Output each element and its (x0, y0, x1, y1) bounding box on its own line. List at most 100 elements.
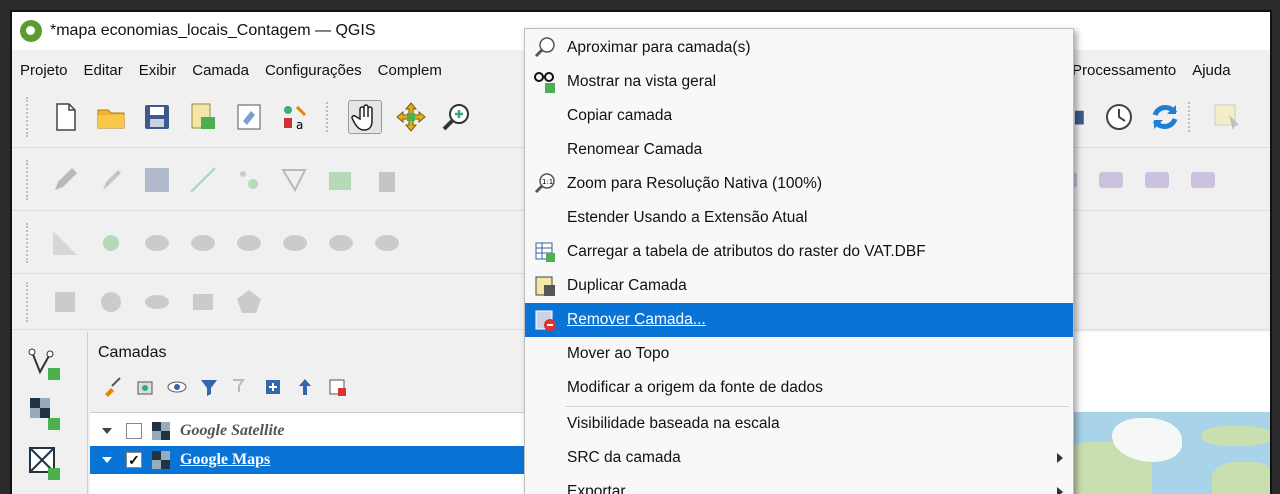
map-canvas[interactable] (1062, 412, 1270, 494)
menu-camada[interactable]: Camada (184, 62, 257, 79)
menu-item-load-vat-table[interactable]: Carregar a tabela de atributos do raster… (525, 235, 1073, 269)
pan-hand-icon[interactable] (348, 99, 382, 134)
layer-name: Google Maps (180, 451, 271, 468)
filter-legend-icon[interactable] (198, 376, 220, 398)
add-mesh-layer-icon[interactable] (26, 444, 64, 482)
menu-item-copy-layer[interactable]: Copiar camada (525, 99, 1073, 133)
layer-context-menu: Aproximar para camada(s) Mostrar na vist… (524, 28, 1074, 494)
menu-item-label: Mover ao Topo (567, 345, 670, 362)
toggle-editing-icon (94, 163, 128, 197)
menu-item-label: Aproximar para camada(s) (567, 39, 751, 56)
save-edits-icon (140, 163, 174, 197)
layer-row-google-satellite[interactable]: Google Satellite (90, 417, 530, 445)
menu-ajuda[interactable]: Ajuda (1184, 62, 1238, 79)
menu-exibir[interactable]: Exibir (131, 62, 185, 79)
menu-item-stretch-extent[interactable]: Estender Usando a Extensão Atual (525, 201, 1073, 235)
submenu-arrow-icon (1057, 453, 1063, 463)
rotate-feature-icon (140, 226, 174, 260)
remove-layer-small-icon[interactable] (326, 376, 348, 398)
toolbar-grip[interactable] (26, 281, 32, 322)
style-layer-icon[interactable] (102, 376, 124, 398)
layers-panel: Camadas Google Satellite ✓ Google Maps (90, 332, 530, 494)
menu-item-zoom-native[interactable]: 1:1 Zoom para Resolução Nativa (100%) (525, 167, 1073, 201)
menu-item-label: Carregar a tabela de atributos do raster… (567, 243, 926, 260)
menu-item-label: SRC da camada (567, 449, 681, 466)
label-show-icon (1094, 163, 1128, 197)
layer-visibility-checkbox[interactable]: ✓ (126, 452, 142, 468)
style-manager-icon[interactable]: a (278, 100, 312, 134)
add-part-icon (278, 226, 312, 260)
expand-arrow-icon[interactable] (102, 457, 112, 463)
select-features-icon[interactable] (1210, 100, 1244, 134)
pan-to-selection-icon[interactable] (394, 100, 428, 134)
menu-item-label: Mostrar na vista geral (567, 73, 717, 90)
menu-projeto[interactable]: Projeto (12, 62, 76, 79)
toolbar-grip[interactable] (26, 96, 32, 137)
menu-editar[interactable]: Editar (76, 62, 131, 79)
menu-item-rename-layer[interactable]: Renomear Camada (525, 133, 1073, 167)
qgis-window: *mapa economias_locais_Contagem — QGIS P… (10, 10, 1272, 494)
menu-item-label: Modificar a origem da fonte de dados (567, 379, 823, 396)
qgis-logo-icon (20, 20, 42, 42)
add-group-icon[interactable] (134, 376, 156, 398)
fill-ring-icon (324, 226, 358, 260)
add-raster-layer-icon[interactable] (26, 394, 64, 432)
menu-item-label: Estender Usando a Extensão Atual (567, 209, 808, 226)
overview-icon (533, 70, 557, 94)
map-landmass (1202, 426, 1270, 446)
menu-item-move-to-top[interactable]: Mover ao Topo (525, 337, 1073, 371)
menu-item-label: Copiar camada (567, 107, 673, 124)
manage-visibility-icon[interactable] (166, 376, 188, 398)
menu-configuracoes[interactable]: Configurações (257, 62, 370, 79)
raster-layer-icon (152, 422, 170, 440)
layout-manager-icon[interactable] (232, 100, 266, 134)
menu-item-label: Duplicar Camada (567, 277, 687, 294)
simplify-feature-icon (186, 226, 220, 260)
toolbar-right-group (1064, 86, 1250, 148)
menu-item-zoom-to-layer[interactable]: Aproximar para camada(s) (525, 31, 1073, 65)
zoom-native-icon: 1:1 (533, 172, 557, 196)
svg-text:1:1: 1:1 (542, 178, 553, 186)
add-polygon-icon (232, 285, 266, 319)
layer-visibility-checkbox[interactable] (126, 423, 142, 439)
toolbar-grip[interactable] (26, 222, 32, 263)
modify-attributes-icon (324, 163, 358, 197)
zoom-in-icon[interactable] (440, 100, 474, 134)
menu-item-scale-visibility[interactable]: Visibilidade baseada na escala (525, 407, 1073, 441)
save-icon[interactable] (140, 100, 174, 134)
menu-item-export[interactable]: Exportar (525, 475, 1073, 494)
vertex-add-icon[interactable] (26, 344, 64, 382)
menu-item-duplicate-layer[interactable]: Duplicar Camada (525, 269, 1073, 303)
menu-complementos[interactable]: Complem (370, 62, 450, 79)
menu-item-change-data-source[interactable]: Modificar a origem da fonte de dados (525, 371, 1073, 405)
open-folder-icon[interactable] (94, 100, 128, 134)
new-project-icon[interactable] (48, 100, 82, 134)
menu-item-remove-layer[interactable]: Remover Camada... (525, 303, 1073, 337)
menu-item-label: Visibilidade baseada na escala (567, 415, 780, 432)
refresh-icon[interactable] (1148, 100, 1182, 134)
menu-item-label: Remover Camada... (567, 311, 706, 328)
expand-arrow-icon[interactable] (102, 428, 112, 434)
toolbar-grip[interactable] (26, 159, 32, 200)
layer-row-google-maps[interactable]: ✓ Google Maps (90, 446, 530, 474)
submenu-arrow-icon (1057, 487, 1063, 494)
digitize-line-icon (186, 163, 220, 197)
add-rectangle-icon (186, 285, 220, 319)
expand-all-icon[interactable] (262, 376, 284, 398)
menu-processamento[interactable]: Processamento (1064, 62, 1184, 79)
layer-tree: Google Satellite ✓ Google Maps (90, 412, 530, 494)
menu-item-layer-crs[interactable]: SRC da camada (525, 441, 1073, 475)
layers-panel-toolbar (102, 376, 348, 398)
collapse-all-icon[interactable] (294, 376, 316, 398)
zoom-to-layer-icon (533, 36, 557, 60)
menu-item-show-in-overview[interactable]: Mostrar na vista geral (525, 65, 1073, 99)
toolbar-separator (1188, 102, 1194, 132)
raster-layer-icon (152, 451, 170, 469)
move-feature-icon (94, 226, 128, 260)
duplicate-layer-icon (533, 274, 557, 298)
filter-expression-icon[interactable] (230, 376, 252, 398)
window-title: *mapa economias_locais_Contagem — QGIS (50, 22, 376, 39)
new-print-layout-icon[interactable] (186, 100, 220, 134)
reshape-icon (48, 285, 82, 319)
temporal-clock-icon[interactable] (1102, 100, 1136, 134)
